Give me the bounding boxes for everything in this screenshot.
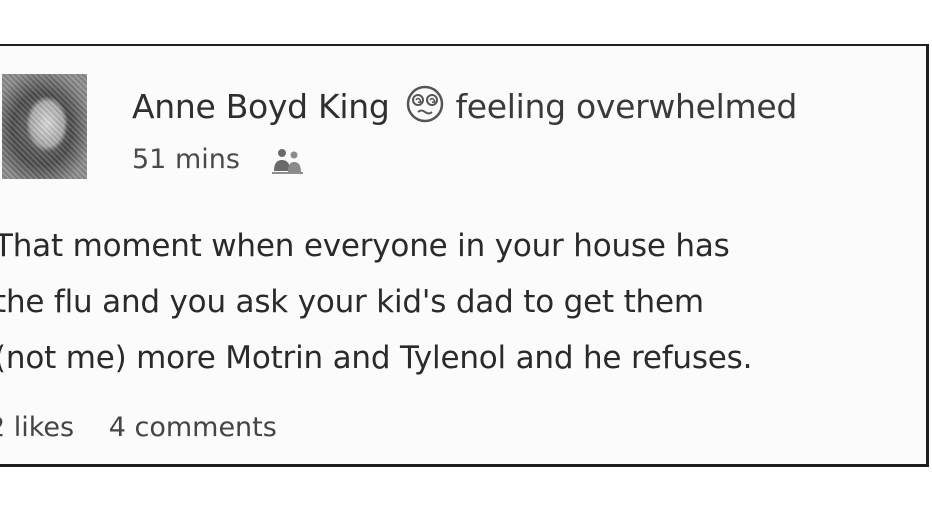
post-body: That moment when everyone in your house …	[0, 218, 924, 386]
facebook-post-card: Anne Boyd King feeling overwhelmed 51 mi…	[0, 44, 929, 467]
post-timestamp[interactable]: 51 mins	[132, 144, 240, 175]
profile-avatar[interactable]	[2, 74, 87, 179]
post-body-line: the flu and you ask your kid's dad to ge…	[0, 284, 704, 320]
post-header: Anne Boyd King feeling overwhelmed	[132, 84, 797, 126]
author-name[interactable]: Anne Boyd King	[132, 87, 390, 126]
post-body-line: (not me) more Motrin and Tylenol and he …	[0, 340, 753, 376]
comments-count[interactable]: 4 comments	[109, 412, 277, 443]
feeling-status[interactable]: feeling overwhelmed	[455, 87, 797, 126]
friends-audience-icon[interactable]	[270, 145, 306, 175]
post-meta: 51 mins	[132, 144, 306, 175]
overwhelmed-face-icon	[405, 84, 445, 124]
likes-count[interactable]: 2 likes	[0, 412, 74, 443]
post-engagement: 2 likes 4 comments	[0, 412, 277, 443]
post-body-line: That moment when everyone in your house …	[0, 228, 730, 264]
